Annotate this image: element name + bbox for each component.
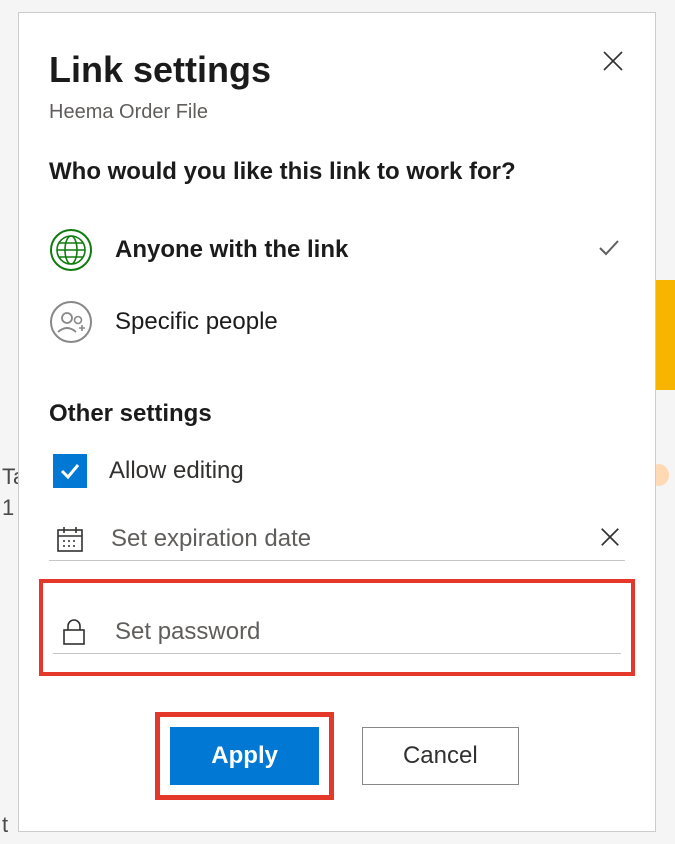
link-settings-dialog: Link settings Heema Order File Who would…	[18, 12, 656, 832]
lock-icon	[57, 617, 91, 647]
globe-icon	[49, 228, 93, 272]
calendar-icon	[53, 524, 87, 554]
apply-button[interactable]: Apply	[170, 727, 319, 785]
option-anyone-label: Anyone with the link	[115, 236, 575, 264]
close-icon	[601, 49, 625, 73]
password-highlight	[39, 579, 635, 676]
check-icon	[58, 459, 82, 483]
option-specific-label: Specific people	[115, 308, 625, 336]
allow-editing-label: Allow editing	[109, 457, 244, 485]
option-specific-people[interactable]: Specific people	[49, 290, 625, 354]
close-button[interactable]	[601, 49, 625, 78]
checkmark-icon	[597, 236, 625, 265]
clear-expiration-button[interactable]	[599, 526, 625, 553]
other-settings-heading: Other settings	[49, 400, 625, 428]
password-row	[53, 603, 621, 654]
scope-question: Who would you like this link to work for…	[49, 158, 625, 186]
cancel-button[interactable]: Cancel	[362, 727, 519, 785]
allow-editing-row[interactable]: Allow editing	[49, 446, 625, 496]
apply-highlight: Apply	[155, 712, 334, 800]
expiration-input[interactable]	[109, 524, 577, 554]
password-input[interactable]	[113, 617, 621, 647]
close-icon	[599, 526, 621, 548]
dialog-title: Link settings	[49, 49, 271, 91]
people-icon	[49, 300, 93, 344]
option-anyone[interactable]: Anyone with the link	[49, 218, 625, 282]
allow-editing-checkbox[interactable]	[53, 454, 87, 488]
dialog-subtitle: Heema Order File	[49, 101, 271, 124]
expiration-row	[49, 510, 625, 561]
